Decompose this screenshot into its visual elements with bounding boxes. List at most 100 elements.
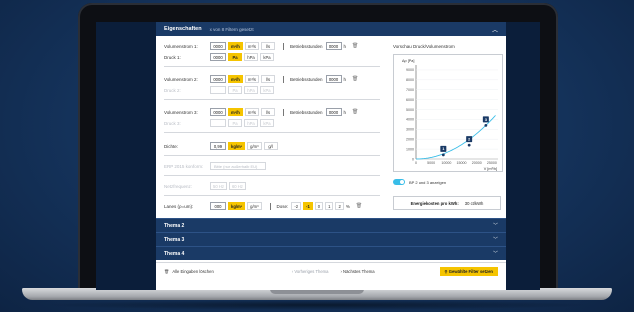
dose-option[interactable]: -2 (291, 202, 302, 210)
divider (164, 155, 380, 156)
apply-filters-button[interactable]: ⚲ Gewählte Filter setzen (439, 267, 498, 276)
unit-pa[interactable]: Pa (228, 119, 242, 127)
y-axis-label: Δp [Pa] (402, 59, 414, 63)
chevron-down-icon: ﹀ (492, 251, 498, 257)
unit-hpa[interactable]: hPa (244, 53, 258, 61)
input-dichte[interactable]: 0,99 (210, 142, 226, 150)
row-erp: ERP 2015 konform: Bitte (nur außerhalb E… (164, 162, 266, 170)
prev-topic-button[interactable]: ‹ Vorheriges Thema (292, 269, 329, 274)
unit-hpa[interactable]: hPa (244, 86, 258, 94)
unit-kpa[interactable]: kPa (260, 86, 274, 94)
unit-ls[interactable]: l/s (260, 42, 275, 50)
input-bst3[interactable]: 0000 (325, 108, 342, 116)
accordion-thema-3[interactable]: Thema 3 ﹀ (156, 232, 506, 246)
unit-m3h[interactable]: m³/h (228, 42, 243, 50)
next-topic-label: Nächstes Thema (343, 269, 375, 274)
unit-m3h[interactable]: m³/h (228, 108, 243, 116)
accordion-label: Thema 2 (164, 222, 185, 229)
y-tick-label: 3000 (406, 128, 414, 132)
accordion-thema-2[interactable]: Thema 2 ﹀ (156, 218, 506, 232)
trash-icon[interactable]: 🗑 (352, 43, 358, 49)
energy-value: 30 ct/kWh (464, 200, 484, 206)
option-50hz[interactable]: 50 Hz (210, 182, 227, 190)
unit-ls[interactable]: l/s (260, 108, 275, 116)
dose-option[interactable]: 0 (314, 202, 324, 210)
unit-gm3[interactable]: g/m³ (247, 142, 262, 150)
input-vol2[interactable]: 0000 (210, 75, 226, 83)
trash-icon[interactable]: 🗑 (356, 203, 362, 209)
unit-ls[interactable]: l/s (260, 75, 275, 83)
row-volumenstrom-1: Volumenstrom 1: 0000 m³/h m³/s l/s Betri… (164, 42, 358, 50)
input-bst1[interactable]: 0000 (325, 42, 342, 50)
right-backdrop (506, 22, 540, 290)
chart-box: 0 1000 2000 3000 4000 5000 6000 7000 8000 9000 0 50… (393, 54, 503, 172)
unit-hpa[interactable]: hPa (244, 119, 258, 127)
unit-h: h (343, 109, 347, 115)
next-topic-button[interactable]: › Nächstes Thema (340, 269, 374, 274)
row-druck-1: Druck 1: 0000 Pa hPa kPa (164, 53, 276, 61)
y-tick-label: 7000 (406, 88, 414, 92)
chevron-up-icon[interactable]: ︿ (492, 25, 498, 34)
input-bst2[interactable]: 0000 (325, 75, 342, 83)
row-netzfrequenz: Netzfrequenz: 50 Hz 60 Hz (164, 182, 248, 190)
x-tick-label: 20000 (472, 161, 482, 165)
select-erp[interactable]: Bitte (nur außerhalb EU) (210, 162, 266, 170)
percent-suffix: % (345, 203, 350, 209)
unit-m3s[interactable]: m³/s (244, 42, 259, 50)
input-druck1[interactable]: 0000 (210, 53, 226, 61)
unit-m3s[interactable]: m³/s (244, 75, 259, 83)
input-druck2[interactable] (210, 86, 226, 94)
label-bst3: Betriebsstunden (289, 109, 323, 115)
input-lanes[interactable]: 000 (210, 202, 226, 210)
label-dose: Dose: (276, 203, 289, 209)
trash-icon[interactable]: 🗑 (352, 76, 358, 82)
separator (269, 202, 271, 210)
row-druck-3: Druck 3: Pa hPa kPa (164, 119, 276, 127)
row-druck-2: Druck 2: Pa hPa kPa (164, 86, 276, 94)
input-druck3[interactable] (210, 119, 226, 127)
clear-all-button[interactable]: Alle Eingaben löschen (172, 269, 213, 274)
unit-m3h[interactable]: m³/h (228, 75, 243, 83)
laptop-shadow (40, 300, 594, 310)
accordion-label: Thema 3 (164, 236, 185, 243)
x-axis-label: V [m³/h] (484, 167, 497, 171)
accordion-thema-4[interactable]: Thema 4 ﹀ (156, 246, 506, 260)
row-volumenstrom-3: Volumenstrom 3: 0000 m³/h m³/s l/s Betri… (164, 108, 358, 116)
section-header[interactable]: Eigenschaften x von 8 Filtern gesetzt ︿ (156, 22, 506, 36)
x-tick-label: 15000 (457, 161, 467, 165)
unit-kpa[interactable]: kPa (260, 53, 274, 61)
divider (164, 132, 380, 133)
laptop-screen: Eigenschaften x von 8 Filtern gesetzt ︿ … (96, 22, 540, 290)
dose-option[interactable]: -1 (303, 202, 313, 210)
unit-kpa[interactable]: kPa (260, 119, 274, 127)
trash-icon: 🗑 (164, 268, 170, 274)
unit-kgm3[interactable]: kg/m³ (228, 142, 246, 150)
unit-m3s[interactable]: m³/s (244, 108, 259, 116)
y-tick-label: 0 (412, 157, 414, 161)
unit-pa[interactable]: Pa (228, 53, 242, 61)
unit-gm3[interactable]: g/m³ (247, 202, 262, 210)
unit-pa[interactable]: Pa (228, 86, 242, 94)
option-60hz[interactable]: 60 Hz (228, 182, 246, 190)
unit-h: h (343, 43, 347, 49)
unit-gl[interactable]: g/l (263, 142, 278, 150)
input-vol3[interactable]: 0000 (210, 108, 226, 116)
input-vol1[interactable]: 0000 (210, 42, 226, 50)
bp-toggle[interactable] (393, 179, 405, 185)
toggle-label: BP 2 und 3 anzeigen (409, 180, 447, 185)
divider (164, 175, 380, 176)
apply-filters-label: Gewählte Filter setzen (448, 269, 493, 274)
x-tick-label: 0 (415, 161, 417, 165)
data-point (467, 143, 471, 147)
energy-box: Energiekosten pro kWh: 30 ct/kWh (393, 196, 501, 210)
dose-option[interactable]: 1 (325, 202, 334, 210)
label-dichte: Dichte: (164, 143, 179, 149)
y-tick-label: 1000 (406, 147, 414, 151)
separator (282, 108, 284, 116)
row-dichte: Dichte: 0,99 kg/m³ g/m³ g/l (164, 142, 280, 150)
dose-option[interactable]: 2 (335, 202, 344, 210)
section-title: Eigenschaften (164, 26, 202, 32)
unit-kgm3[interactable]: kg/m³ (228, 202, 246, 210)
label-erp: ERP 2015 konform: (164, 163, 204, 169)
trash-icon[interactable]: 🗑 (352, 109, 358, 115)
